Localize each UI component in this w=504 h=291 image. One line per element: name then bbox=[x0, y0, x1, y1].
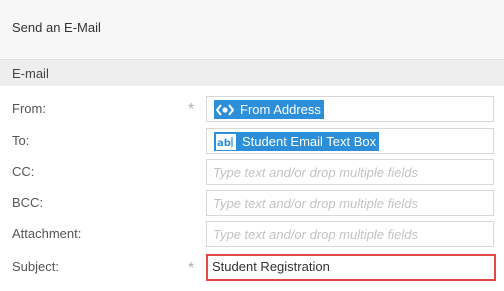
required-star-icon: * bbox=[188, 260, 195, 277]
cc-row: CC: Type text and/or drop multiple field… bbox=[0, 159, 504, 189]
attachment-row: Attachment: Type text and/or drop multip… bbox=[0, 221, 504, 251]
attachment-label: Attachment: bbox=[12, 226, 82, 241]
dialog-title: Send an E-Mail bbox=[12, 20, 101, 35]
subject-row: Subject: * Student Registration bbox=[0, 254, 504, 284]
email-section-title: E-mail bbox=[12, 66, 49, 81]
student-email-chip-label: Student Email Text Box bbox=[242, 134, 377, 149]
to-row: To: ab Student Email Text Box bbox=[0, 128, 504, 158]
cc-placeholder: Type text and/or drop multiple fields bbox=[213, 165, 418, 180]
required-star-icon: * bbox=[188, 101, 195, 118]
bcc-field[interactable]: Type text and/or drop multiple fields bbox=[206, 190, 494, 216]
variable-icon bbox=[216, 100, 234, 119]
to-label: To: bbox=[12, 133, 30, 148]
from-address-chip-label: From Address bbox=[240, 102, 321, 117]
text-box-icon: ab bbox=[216, 132, 236, 151]
from-row: From: * From Address bbox=[0, 96, 504, 126]
subject-field[interactable]: Student Registration bbox=[206, 254, 496, 281]
dialog-header: Send an E-Mail bbox=[0, 0, 504, 58]
cc-field[interactable]: Type text and/or drop multiple fields bbox=[206, 159, 494, 185]
bcc-label: BCC: bbox=[12, 195, 44, 210]
cc-label: CC: bbox=[12, 164, 35, 179]
from-address-chip[interactable]: From Address bbox=[214, 100, 324, 119]
bcc-row: BCC: Type text and/or drop multiple fiel… bbox=[0, 190, 504, 220]
bcc-placeholder: Type text and/or drop multiple fields bbox=[213, 196, 418, 211]
to-field[interactable]: ab Student Email Text Box bbox=[206, 128, 494, 154]
subject-value: Student Registration bbox=[212, 259, 330, 274]
student-email-chip[interactable]: ab Student Email Text Box bbox=[214, 132, 380, 151]
email-section-header[interactable]: E-mail bbox=[0, 59, 504, 86]
from-label: From: bbox=[12, 101, 46, 116]
svg-text:ab: ab bbox=[217, 138, 231, 149]
subject-label: Subject: bbox=[12, 259, 59, 274]
from-field[interactable]: From Address bbox=[206, 96, 494, 122]
attachment-field[interactable]: Type text and/or drop multiple fields bbox=[206, 221, 494, 247]
attachment-placeholder: Type text and/or drop multiple fields bbox=[213, 227, 418, 242]
